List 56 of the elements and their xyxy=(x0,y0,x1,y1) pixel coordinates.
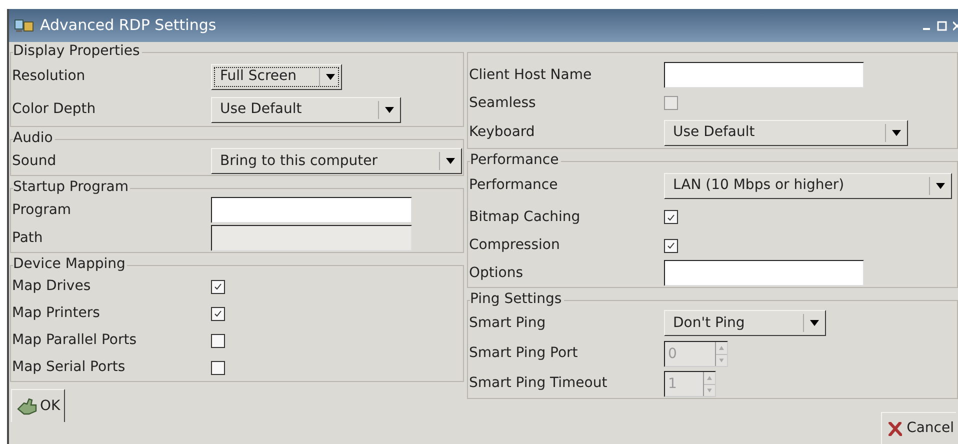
checkbox[interactable] xyxy=(211,334,225,348)
text-field[interactable] xyxy=(664,260,864,286)
cross-icon xyxy=(888,422,902,436)
dropdown[interactable]: Full Screen xyxy=(211,64,342,90)
field-label: Resolution xyxy=(12,67,86,86)
dropdown-arrow-icon xyxy=(385,106,394,112)
field-label: Sound xyxy=(12,152,58,170)
dropdown-arrow-icon xyxy=(892,130,901,136)
group-title: Ping Settings xyxy=(470,290,564,308)
dropdown[interactable]: Don't Ping xyxy=(664,310,826,336)
cancel-button[interactable]: Cancel xyxy=(880,412,956,444)
field-label: Compression xyxy=(469,236,561,255)
field-label: Program xyxy=(12,200,72,220)
group-title: Startup Program xyxy=(13,178,130,196)
close-icon[interactable] xyxy=(953,20,958,30)
app-icon xyxy=(14,18,34,32)
field-label: Smart Ping Port xyxy=(469,344,579,363)
text-field[interactable] xyxy=(211,197,412,223)
field-label: Keyboard xyxy=(469,123,536,142)
text-field[interactable] xyxy=(664,62,864,88)
ok-button[interactable]: OK xyxy=(11,389,66,422)
group-title: Display Properties xyxy=(13,42,142,60)
checkbox[interactable] xyxy=(211,280,225,294)
field-label: Seamless xyxy=(469,94,537,112)
dropdown[interactable]: Use Default xyxy=(211,96,401,122)
hand-icon xyxy=(16,397,38,415)
dropdown-arrow-icon xyxy=(326,74,335,80)
dropdown[interactable]: Bring to this computer xyxy=(211,148,462,174)
checkbox[interactable] xyxy=(664,238,678,252)
check-icon xyxy=(214,310,222,317)
field-label: Performance xyxy=(469,176,559,195)
field-label: Map Parallel Ports xyxy=(12,331,138,350)
field-label: Smart Ping Timeout xyxy=(469,374,608,393)
field-label: Color Depth xyxy=(12,100,97,119)
maximize-icon[interactable] xyxy=(937,20,947,30)
field-label: Options xyxy=(469,264,524,282)
dropdown[interactable]: LAN (10 Mbps or higher) xyxy=(664,172,952,198)
checkbox[interactable] xyxy=(211,306,225,320)
check-icon xyxy=(667,214,675,220)
check-icon xyxy=(667,242,675,249)
field-label: Map Serial Ports xyxy=(12,358,126,377)
field-label: Smart Ping xyxy=(469,314,547,332)
group-title: Device Mapping xyxy=(13,255,128,273)
checkbox[interactable] xyxy=(211,360,225,374)
dropdown[interactable]: Use Default xyxy=(664,120,908,146)
check-icon xyxy=(214,283,222,290)
dropdown-arrow-icon xyxy=(810,320,819,326)
field-label: Map Drives xyxy=(12,277,92,296)
field-label: Map Printers xyxy=(12,304,101,323)
dropdown-arrow-icon xyxy=(446,158,455,164)
field-label: Client Host Name xyxy=(469,66,593,84)
field-label: Path xyxy=(12,228,44,248)
checkbox[interactable] xyxy=(664,210,678,224)
field-label: Bitmap Caching xyxy=(469,208,582,226)
window-title: Advanced RDP Settings xyxy=(40,15,216,36)
dropdown-arrow-icon xyxy=(936,182,945,188)
